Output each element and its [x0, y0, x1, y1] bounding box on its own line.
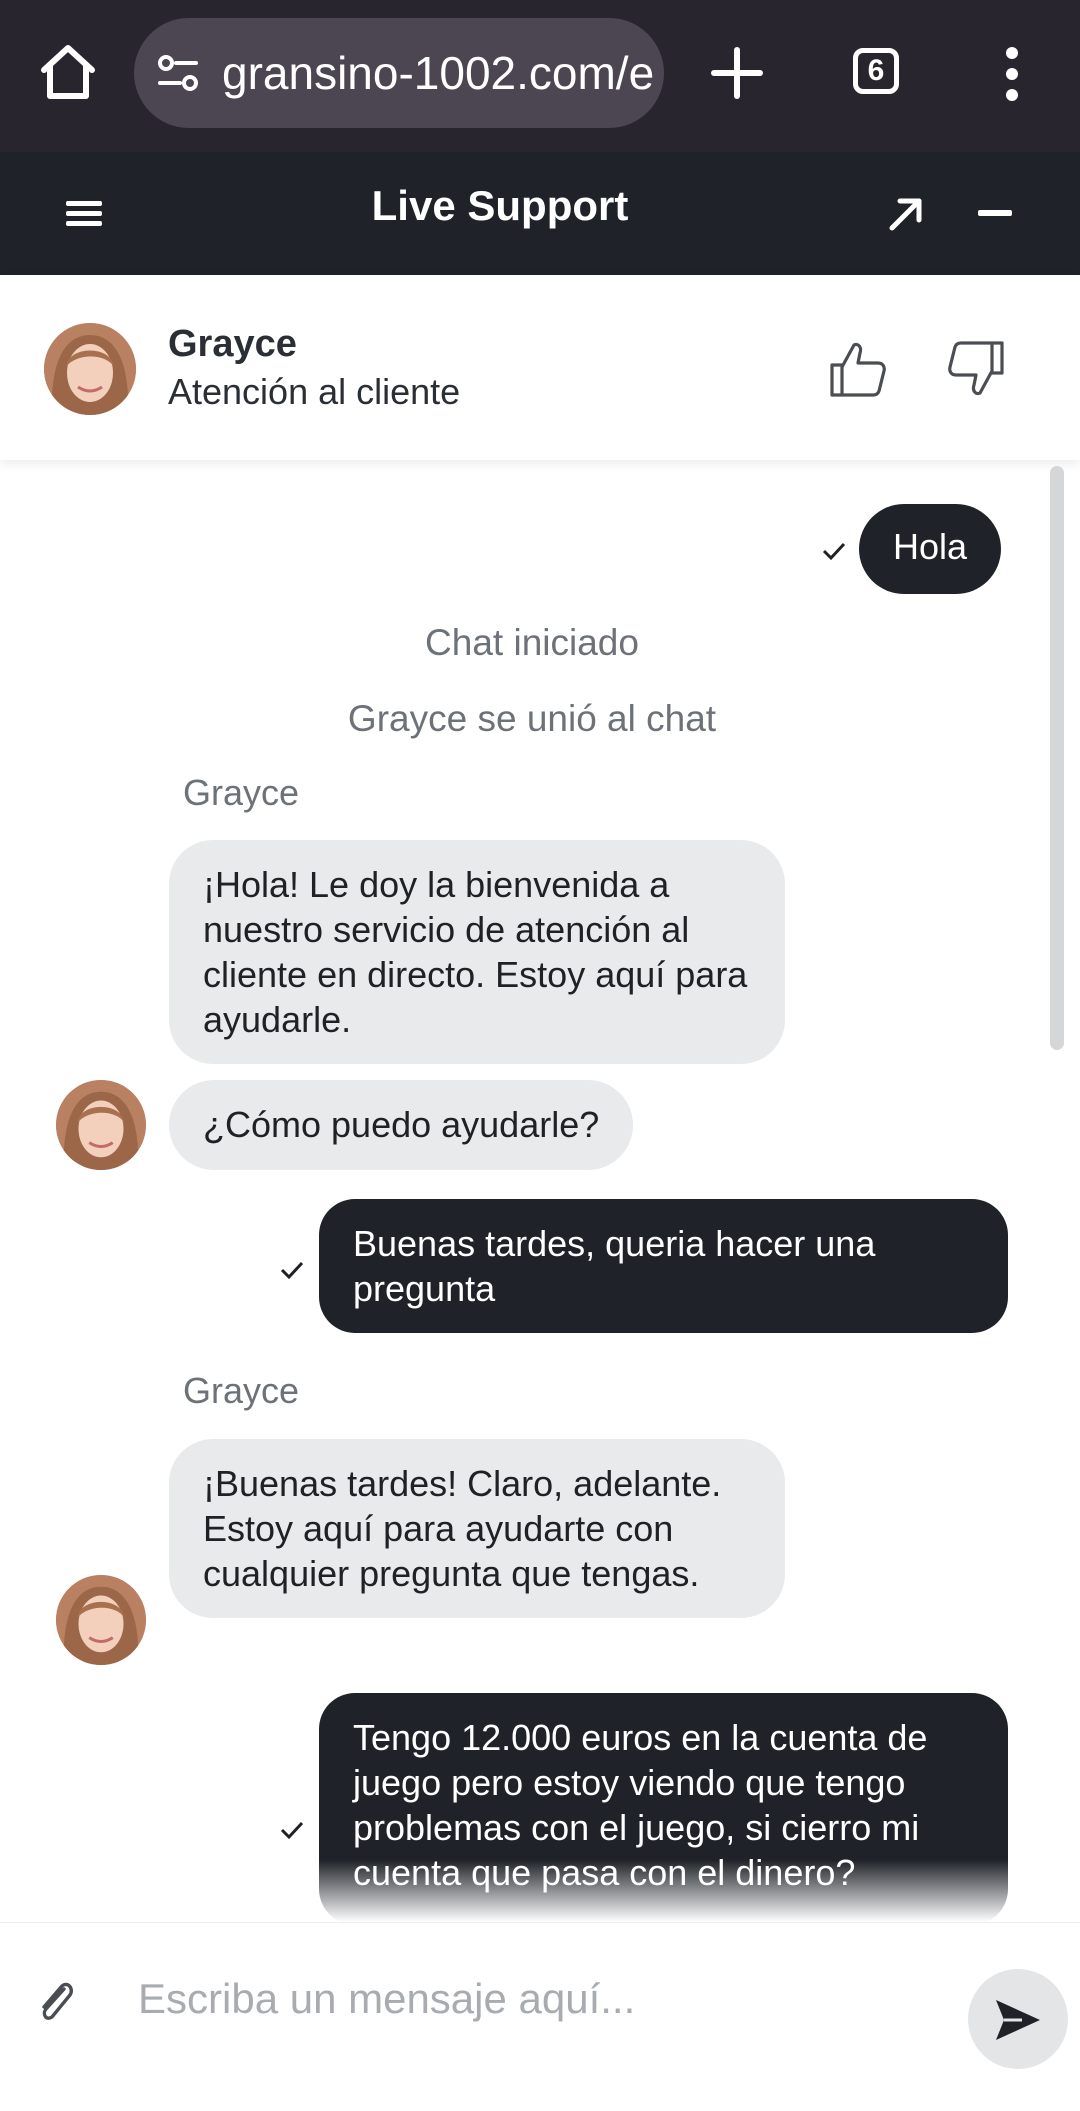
thumbs-down-icon[interactable]: [946, 339, 1006, 399]
sent-check-icon: [822, 542, 846, 561]
agent-avatar: [56, 1575, 146, 1665]
message-input[interactable]: [136, 1963, 940, 2035]
agent-message: ¡Hola! Le doy la bienvenida a nuestro se…: [169, 840, 785, 1064]
tab-switcher-button[interactable]: 6: [853, 48, 899, 94]
minimize-icon[interactable]: [978, 210, 1012, 216]
agent-avatar: [56, 1080, 146, 1170]
home-icon[interactable]: [36, 40, 100, 104]
chat-transcript[interactable]: Hola Chat iniciado Grayce se unió al cha…: [0, 460, 1080, 1922]
new-tab-icon[interactable]: [710, 46, 764, 100]
agent-message: ¡Buenas tardes! Claro, adelante. Estoy a…: [169, 1439, 785, 1618]
address-bar[interactable]: gransino-1002.com/e: [134, 18, 664, 128]
paperclip-icon[interactable]: [36, 1975, 76, 2029]
agent-role: Atención al cliente: [168, 371, 461, 412]
site-settings-icon[interactable]: [154, 49, 202, 97]
system-message: Chat iniciado: [425, 622, 639, 663]
user-message: Buenas tardes, queria hacer una pregunta: [319, 1199, 1008, 1333]
agent-avatar: [44, 323, 136, 415]
more-options-icon[interactable]: [1000, 46, 1024, 102]
agent-name: Grayce: [168, 323, 297, 365]
sent-check-icon: [280, 1821, 304, 1840]
sender-name: Grayce: [183, 772, 300, 813]
browser-toolbar: gransino-1002.com/e 6: [0, 0, 1080, 152]
thumbs-up-icon[interactable]: [828, 339, 888, 399]
chat-title: Live Support: [371, 182, 629, 229]
chat-scrollbar[interactable]: [1050, 466, 1064, 1050]
send-button[interactable]: [968, 1969, 1068, 2069]
agent-message: ¿Cómo puedo ayudarle?: [169, 1080, 634, 1170]
tab-count: 6: [867, 54, 885, 87]
sent-check-icon: [280, 1261, 304, 1280]
message-composer: [0, 1922, 1080, 2111]
system-message: Grayce se unió al chat: [347, 698, 717, 739]
user-message: Hola: [859, 504, 1002, 594]
scroll-fade: [0, 1860, 1080, 1922]
chat-header: Live Support: [0, 152, 1080, 275]
send-icon: [996, 2000, 1040, 2040]
agent-info-bar: Grayce Atención al cliente: [0, 275, 1080, 460]
popout-arrow-icon[interactable]: [888, 196, 924, 232]
sender-name: Grayce: [183, 1370, 300, 1411]
url-text[interactable]: gransino-1002.com/e: [222, 46, 654, 100]
